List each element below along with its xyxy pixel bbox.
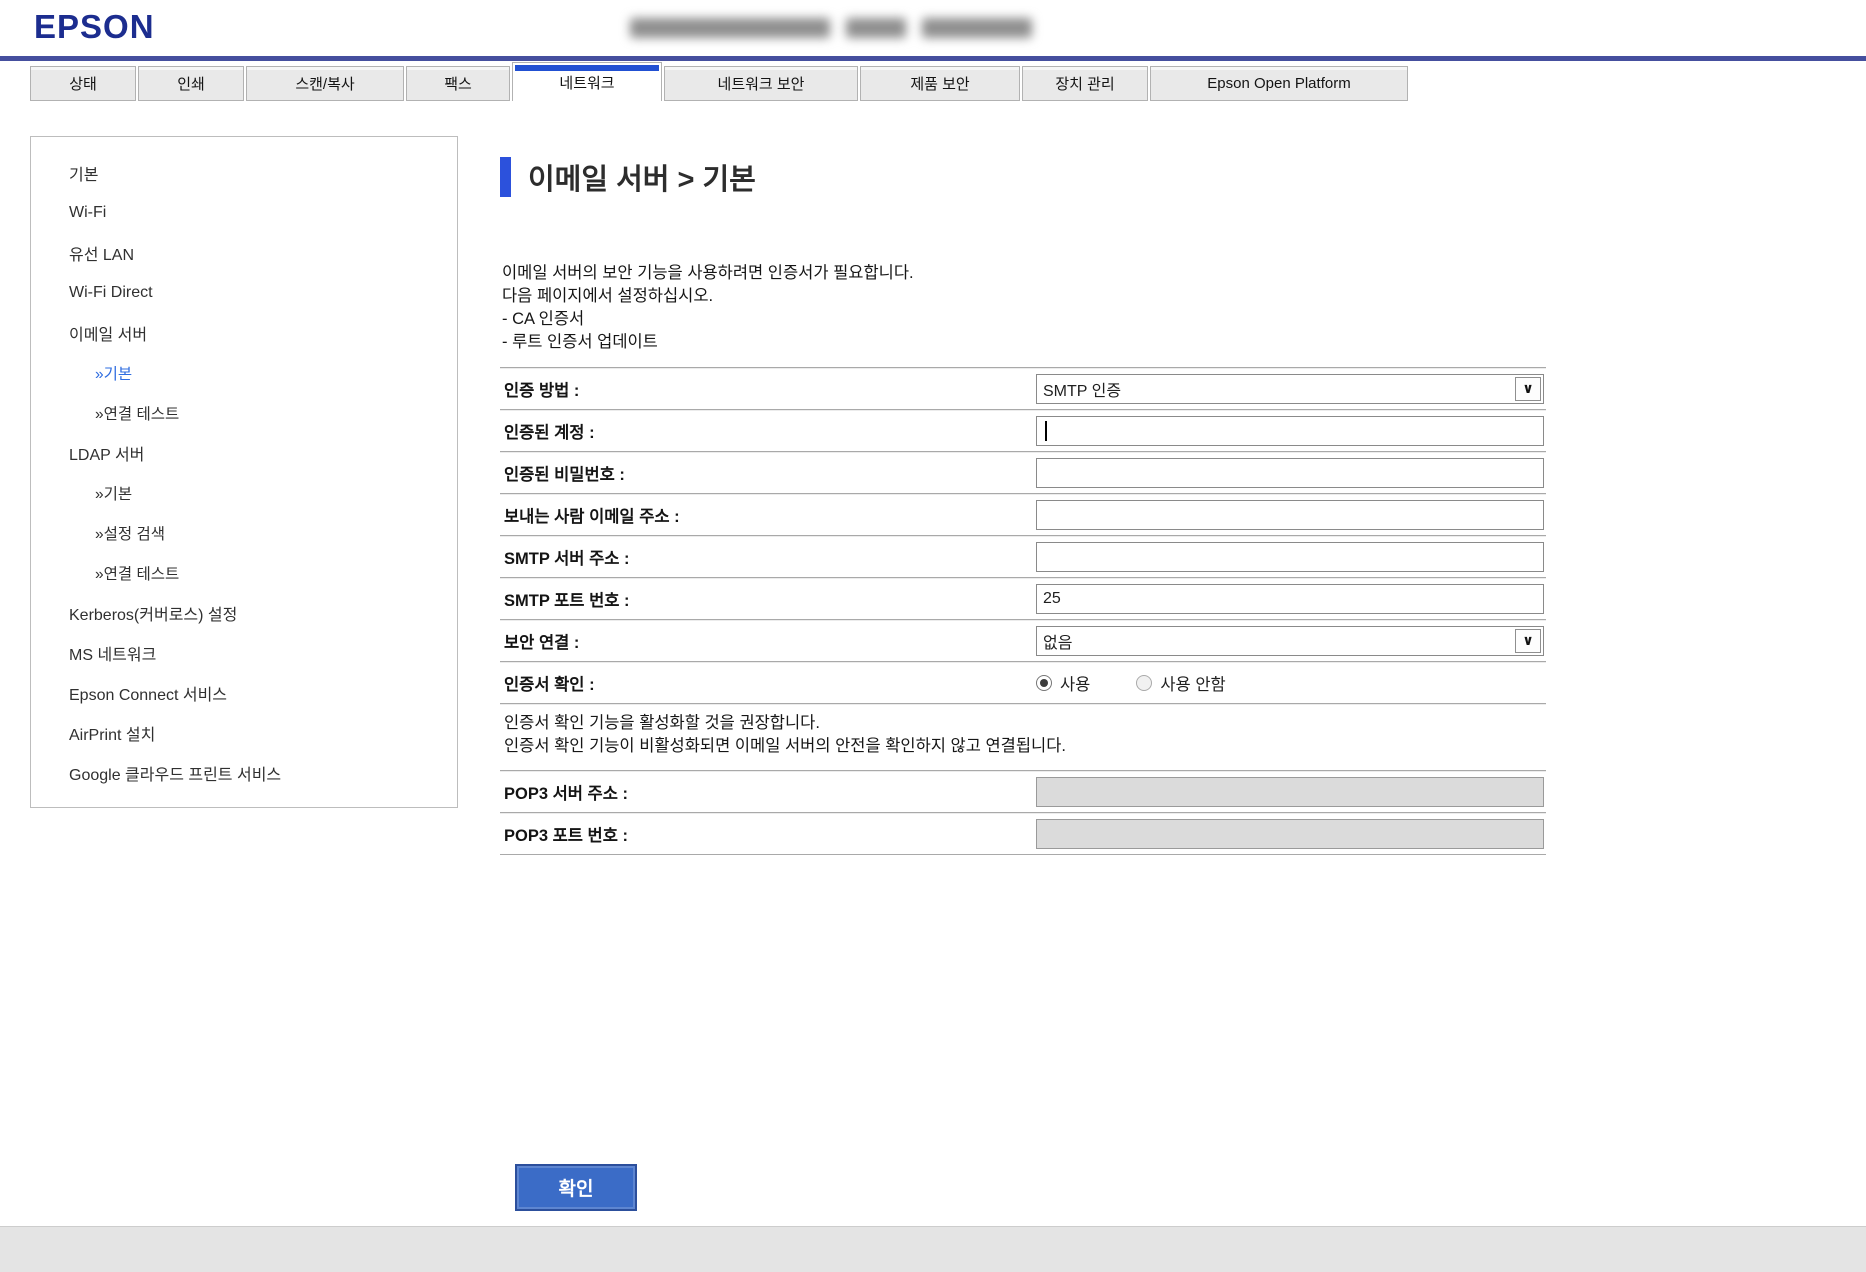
epson-logo: EPSON xyxy=(34,8,155,46)
radio-option-enable[interactable]: 사용 xyxy=(1036,671,1090,695)
certificate-validation-note: 인증서 확인 기능을 활성화할 것을 권장합니다. 인증서 확인 기능이 비활성… xyxy=(500,703,1546,770)
tab-epson-open-platform[interactable]: Epson Open Platform xyxy=(1150,66,1408,101)
description: 이메일 서버의 보안 기능을 사용하려면 인증서가 필요합니다. 다음 페이지에… xyxy=(502,262,914,354)
sidebar-item-ldap-connection-test[interactable]: »연결 테스트 xyxy=(31,553,457,593)
form-row-sender-email: 보내는 사람 이메일 주소 : xyxy=(500,493,1546,535)
radio-option-disable[interactable]: 사용 안함 xyxy=(1136,671,1225,695)
field-label: 보내는 사람 이메일 주소 : xyxy=(500,503,1036,527)
dropdown-arrow-icon[interactable]: ∨ xyxy=(1515,629,1541,653)
tab-print[interactable]: 인쇄 xyxy=(138,66,244,101)
sidebar-item-airprint-setup[interactable]: AirPrint 설치 xyxy=(31,713,457,753)
form-row-pop3-server: POP3 서버 주소 : xyxy=(500,770,1546,812)
sidebar-item-ldap-search-settings[interactable]: »설정 검색 xyxy=(31,513,457,553)
text-caret xyxy=(1045,421,1047,441)
tab-scan-copy[interactable]: 스캔/복사 xyxy=(246,66,404,101)
field-label: 보안 연결 : xyxy=(500,629,1036,653)
email-server-form: 인증 방법 : SMTP 인증 ∨ 인증된 계정 : 인증된 비밀번호 : 보내… xyxy=(500,367,1546,855)
footer-bar xyxy=(0,1226,1866,1272)
blurred-model-name xyxy=(630,14,1100,42)
radio-label: 사용 xyxy=(1060,671,1090,695)
tab-status[interactable]: 상태 xyxy=(30,66,136,101)
field-label: 인증된 비밀번호 : xyxy=(500,461,1036,485)
header: EPSON xyxy=(0,0,1866,56)
auth-method-select[interactable]: SMTP 인증 ∨ xyxy=(1036,374,1544,404)
form-row-auth-password: 인증된 비밀번호 : xyxy=(500,451,1546,493)
tab-network[interactable]: 네트워크 xyxy=(512,62,662,101)
sidebar-item-email-server[interactable]: 이메일 서버 xyxy=(31,313,457,353)
sidebar-item-google-cloud-print[interactable]: Google 클라우드 프린트 서비스 xyxy=(31,753,457,793)
field-label: SMTP 서버 주소 : xyxy=(500,545,1036,569)
sender-email-input[interactable] xyxy=(1036,500,1544,530)
pop3-server-address-input xyxy=(1036,777,1544,807)
field-label: POP3 포트 번호 : xyxy=(500,822,1036,846)
sidebar: 기본 Wi-Fi 유선 LAN Wi-Fi Direct 이메일 서버 »기본 … xyxy=(30,136,458,808)
sidebar-item-ms-network[interactable]: MS 네트워크 xyxy=(31,633,457,673)
dropdown-arrow-icon[interactable]: ∨ xyxy=(1515,377,1541,401)
sidebar-item-kerberos-settings[interactable]: Kerberos(커버로스) 설정 xyxy=(31,593,457,633)
selected-value: SMTP 인증 xyxy=(1043,377,1121,401)
form-row-pop3-port: POP3 포트 번호 : xyxy=(500,812,1546,854)
sidebar-item-basic[interactable]: 기본 xyxy=(31,153,457,193)
selected-value: 없음 xyxy=(1043,629,1072,653)
tab-device-management[interactable]: 장치 관리 xyxy=(1022,66,1148,101)
form-row-smtp-port: SMTP 포트 번호 : 25 xyxy=(500,577,1546,619)
smtp-server-address-input[interactable] xyxy=(1036,542,1544,572)
description-line: 이메일 서버의 보안 기능을 사용하려면 인증서가 필요합니다. xyxy=(502,262,914,285)
field-label: 인증된 계정 : xyxy=(500,419,1036,443)
confirm-button[interactable]: 확인 xyxy=(515,1164,637,1211)
sidebar-item-epson-connect[interactable]: Epson Connect 서비스 xyxy=(31,673,457,713)
sidebar-item-wifi-direct[interactable]: Wi-Fi Direct xyxy=(31,273,457,313)
smtp-port-value: 25 xyxy=(1043,590,1061,608)
sidebar-item-wifi[interactable]: Wi-Fi xyxy=(31,193,457,233)
sidebar-item-email-connection-test[interactable]: »연결 테스트 xyxy=(31,393,457,433)
smtp-port-input[interactable]: 25 xyxy=(1036,584,1544,614)
note-line: 인증서 확인 기능이 비활성화되면 이메일 서버의 안전을 확인하지 않고 연결… xyxy=(504,735,1546,758)
note-line: 인증서 확인 기능을 활성화할 것을 권장합니다. xyxy=(504,712,1546,735)
radio-unselected-icon[interactable] xyxy=(1136,675,1152,691)
auth-password-input[interactable] xyxy=(1036,458,1544,488)
form-row-secure-connection: 보안 연결 : 없음 ∨ xyxy=(500,619,1546,661)
form-row-auth-method: 인증 방법 : SMTP 인증 ∨ xyxy=(500,367,1546,409)
sidebar-item-wired-lan[interactable]: 유선 LAN xyxy=(31,233,457,273)
form-row-smtp-server: SMTP 서버 주소 : xyxy=(500,535,1546,577)
sidebar-item-email-basic[interactable]: »기본 xyxy=(31,353,457,393)
form-row-auth-account: 인증된 계정 : xyxy=(500,409,1546,451)
title-accent-bar xyxy=(500,157,511,197)
certificate-validation-radio-group: 사용 사용 안함 xyxy=(1036,671,1226,695)
radio-label: 사용 안함 xyxy=(1160,671,1225,695)
tab-bar: 상태 인쇄 스캔/복사 팩스 네트워크 네트워크 보안 제품 보안 장치 관리 … xyxy=(0,61,1866,101)
field-label: POP3 서버 주소 : xyxy=(500,780,1036,804)
secure-connection-select[interactable]: 없음 ∨ xyxy=(1036,626,1544,656)
sidebar-item-ldap-server[interactable]: LDAP 서버 xyxy=(31,433,457,473)
pop3-port-input xyxy=(1036,819,1544,849)
tab-network-security[interactable]: 네트워크 보안 xyxy=(664,66,858,101)
form-row-certificate-validation: 인증서 확인 : 사용 사용 안함 xyxy=(500,661,1546,703)
field-label: SMTP 포트 번호 : xyxy=(500,587,1036,611)
tab-product-security[interactable]: 제품 보안 xyxy=(860,66,1020,101)
page-title: 이메일 서버 > 기본 xyxy=(500,156,756,198)
auth-account-input[interactable] xyxy=(1036,416,1544,446)
tab-fax[interactable]: 팩스 xyxy=(406,66,510,101)
field-label: 인증 방법 : xyxy=(500,377,1036,401)
radio-selected-icon[interactable] xyxy=(1036,675,1052,691)
field-label: 인증서 확인 : xyxy=(500,671,1036,695)
description-line: - CA 인증서 xyxy=(502,308,914,331)
sidebar-item-ldap-basic[interactable]: »기본 xyxy=(31,473,457,513)
description-line: - 루트 인증서 업데이트 xyxy=(502,331,914,354)
description-line: 다음 페이지에서 설정하십시오. xyxy=(502,285,914,308)
